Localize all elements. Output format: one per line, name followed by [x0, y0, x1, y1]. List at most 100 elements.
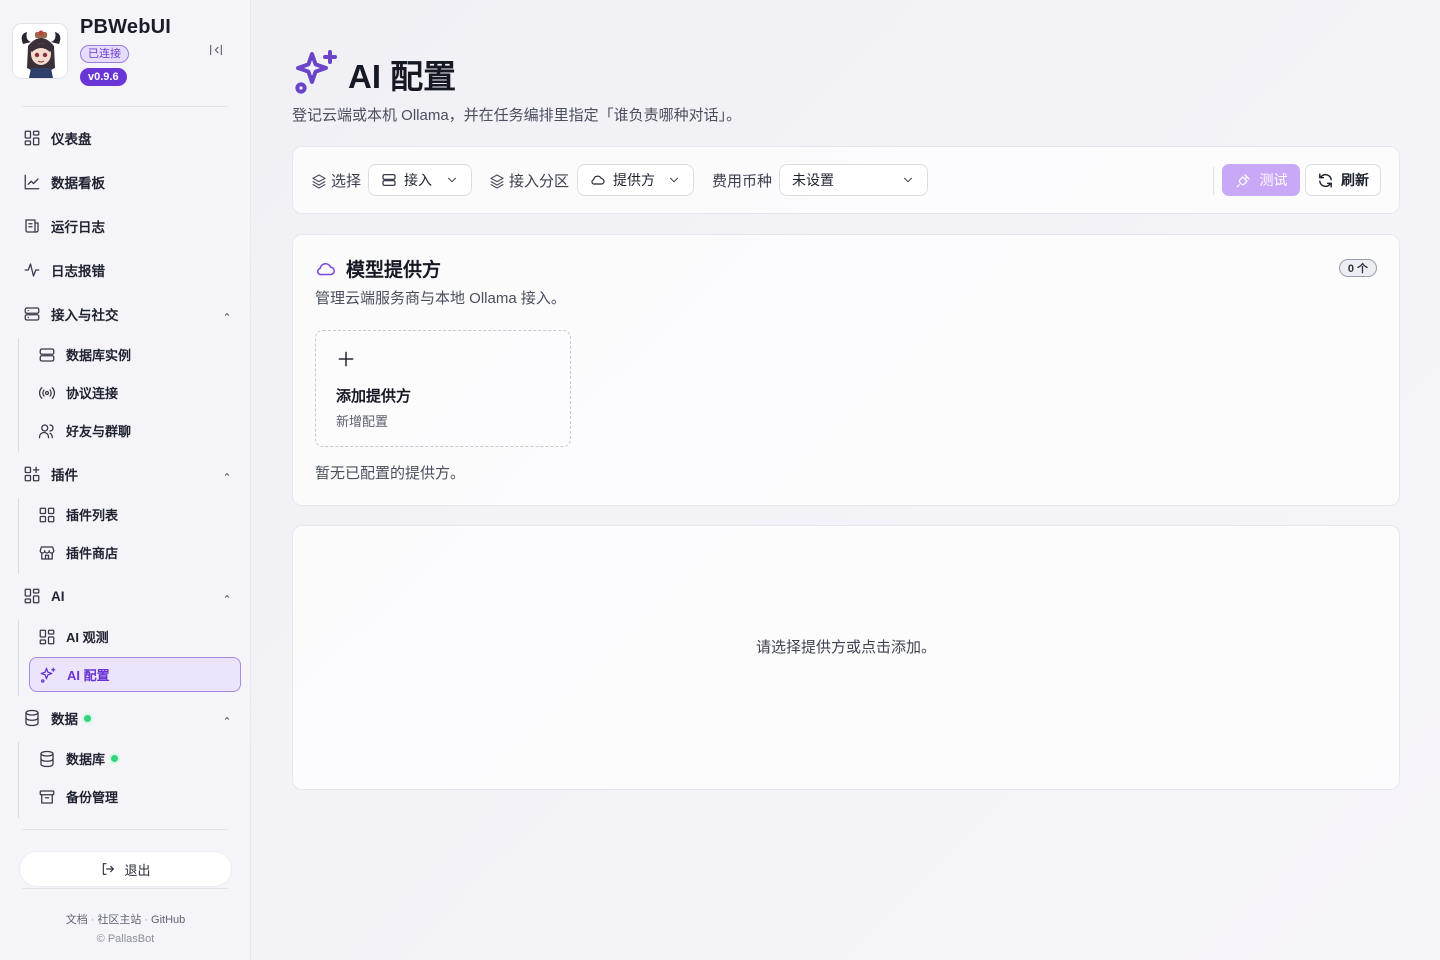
sidebar-item-protocol-connections[interactable]: 协议连接 [29, 375, 241, 410]
sidebar-item-label: AI 观测 [66, 630, 109, 645]
providers-title: 模型提供方 [315, 255, 441, 282]
archive-icon [39, 789, 55, 804]
logout-icon [103, 863, 115, 875]
users-icon [38, 423, 54, 438]
online-status-dot [111, 755, 119, 762]
provider-count-badge: 0 个 [1338, 259, 1377, 277]
sidebar-item-database-instances[interactable]: 数据库实例 [29, 337, 241, 372]
page-subtitle: 登记云端或本机 Ollama，并在任务编排里指定「谁负责哪种对话」。 [292, 107, 742, 124]
sidebar-item-database[interactable]: 数据库 [29, 741, 241, 776]
sidebar-item-ai-config[interactable]: AI 配置 [29, 657, 241, 692]
collapse-icon [210, 44, 222, 56]
server-icon [39, 347, 55, 362]
logout-button[interactable]: 退出 [19, 851, 232, 887]
currency-dropdown[interactable]: 未设置 [779, 164, 928, 196]
layers-icon [312, 173, 326, 189]
sidebar-item-label: 运行日志 [51, 220, 105, 235]
sidebar-item-label: 数据库 [66, 752, 106, 767]
plugin-icon [39, 507, 55, 522]
sidebar-item-label: 协议连接 [66, 386, 119, 401]
footer-link-docs[interactable]: 文档 [66, 914, 88, 926]
providers-empty-text: 暂无已配置的提供方。 [315, 465, 466, 482]
broadcast-icon [38, 386, 56, 399]
sidebar-divider [22, 106, 228, 107]
brand: PBWebUI 已连接 v0.9.6 [12, 16, 240, 92]
logout-label: 退出 [124, 862, 151, 878]
select-label: 选择 [311, 170, 361, 191]
sidebar-group-ai[interactable]: AI [14, 578, 240, 614]
dashboard-icon [39, 629, 55, 644]
chevron-down-icon [667, 173, 681, 187]
sidebar-divider [22, 888, 228, 889]
footer-links: 文档 · 社区主站 · GitHub [65, 914, 186, 926]
sidebar-item-plugin-store[interactable]: 插件商店 [29, 535, 241, 570]
sidebar-item-run-logs[interactable]: 运行日志 [14, 208, 240, 244]
collapse-sidebar-button[interactable] [208, 42, 226, 60]
toolbar-divider [1213, 167, 1214, 195]
server-icon [382, 174, 396, 186]
sidebar-item-dashboard[interactable]: 仪表盘 [14, 120, 240, 156]
refresh-button[interactable]: 刷新 [1305, 164, 1381, 196]
select-dropdown[interactable]: 接入 [368, 164, 472, 196]
main-content: AI 配置 登记云端或本机 Ollama，并在任务编排里指定「谁负责哪种对话」。… [252, 0, 1440, 960]
chevron-up-icon [222, 469, 232, 479]
detail-placeholder: 请选择提供方或点击添加。 [755, 639, 936, 656]
sidebar-item-error-logs[interactable]: 日志报错 [14, 252, 240, 288]
store-icon [39, 545, 55, 560]
online-status-dot [84, 714, 91, 722]
sidebar-divider [22, 829, 228, 830]
version-badge: v0.9.6 [80, 68, 127, 86]
add-provider-tile[interactable]: 添加提供方 新增配置 [315, 330, 571, 447]
plus-icon [336, 349, 356, 369]
sidebar-item-friends-groups[interactable]: 好友与群聊 [29, 413, 241, 448]
sparkles-icon [40, 667, 56, 683]
currency-label: 费用币种 [712, 173, 773, 190]
select-value: 接入 [404, 172, 432, 188]
sidebar-group-plugins[interactable]: 插件 [14, 456, 240, 492]
sub-rail [18, 338, 19, 452]
sidebar-item-label: AI 配置 [67, 668, 110, 683]
sidebar-group-data[interactable]: 数据 [14, 700, 240, 736]
chevron-up-icon [222, 591, 232, 601]
sidebar-item-data-board[interactable]: 数据看板 [14, 164, 240, 200]
sub-rail [18, 742, 19, 818]
sidebar-item-label: 备份管理 [66, 790, 119, 805]
database-icon [40, 750, 54, 767]
footer-link-github[interactable]: GitHub [151, 914, 185, 926]
config-toolbar: 选择 接入 接入分区 提供方 费用币种 未设置 测试 刷新 [292, 146, 1400, 214]
providers-description: 管理云端服务商与本地 Ollama 接入。 [315, 290, 566, 307]
sidebar-group-access-social[interactable]: 接入与社交 [14, 296, 240, 332]
avatar [12, 23, 68, 79]
chevron-down-icon [445, 173, 459, 187]
test-button[interactable]: 测试 [1222, 164, 1300, 196]
section-value: 提供方 [613, 172, 655, 188]
add-provider-subtitle: 新增配置 [336, 414, 389, 429]
provider-detail-panel: 请选择提供方或点击添加。 [292, 525, 1400, 790]
sidebar-item-label: 仪表盘 [51, 132, 92, 147]
sidebar-item-plugin-list[interactable]: 插件列表 [29, 497, 241, 532]
sidebar-item-backup[interactable]: 备份管理 [29, 779, 241, 814]
chevron-up-icon [222, 309, 232, 319]
add-provider-title: 添加提供方 [336, 388, 412, 405]
chevron-up-icon [222, 713, 232, 723]
sidebar-item-label: 插件列表 [66, 508, 119, 523]
cloud-icon [591, 175, 605, 185]
providers-panel: 模型提供方 管理云端服务商与本地 Ollama 接入。 0 个 添加提供方 新增… [292, 234, 1400, 506]
plugin-icon [24, 466, 40, 482]
section-dropdown[interactable]: 提供方 [577, 164, 694, 196]
app-name: PBWebUI [80, 16, 172, 38]
dashboard-icon [24, 130, 40, 146]
page-title: AI 配置 [348, 58, 457, 95]
refresh-icon [1319, 172, 1332, 188]
database-icon [25, 709, 39, 727]
sidebar-item-ai-observe[interactable]: AI 观测 [29, 619, 241, 654]
section-label: 接入分区 [489, 170, 569, 191]
sidebar-item-label: 日志报错 [51, 264, 105, 279]
sidebar-item-label: 数据看板 [51, 176, 105, 191]
dashboard-icon [24, 588, 40, 604]
activity-icon [24, 263, 40, 277]
sidebar-item-label: 好友与群聊 [66, 424, 132, 439]
footer-link-community[interactable]: 社区主站 [97, 914, 141, 926]
layers-icon [490, 173, 504, 189]
sub-rail [18, 620, 19, 696]
